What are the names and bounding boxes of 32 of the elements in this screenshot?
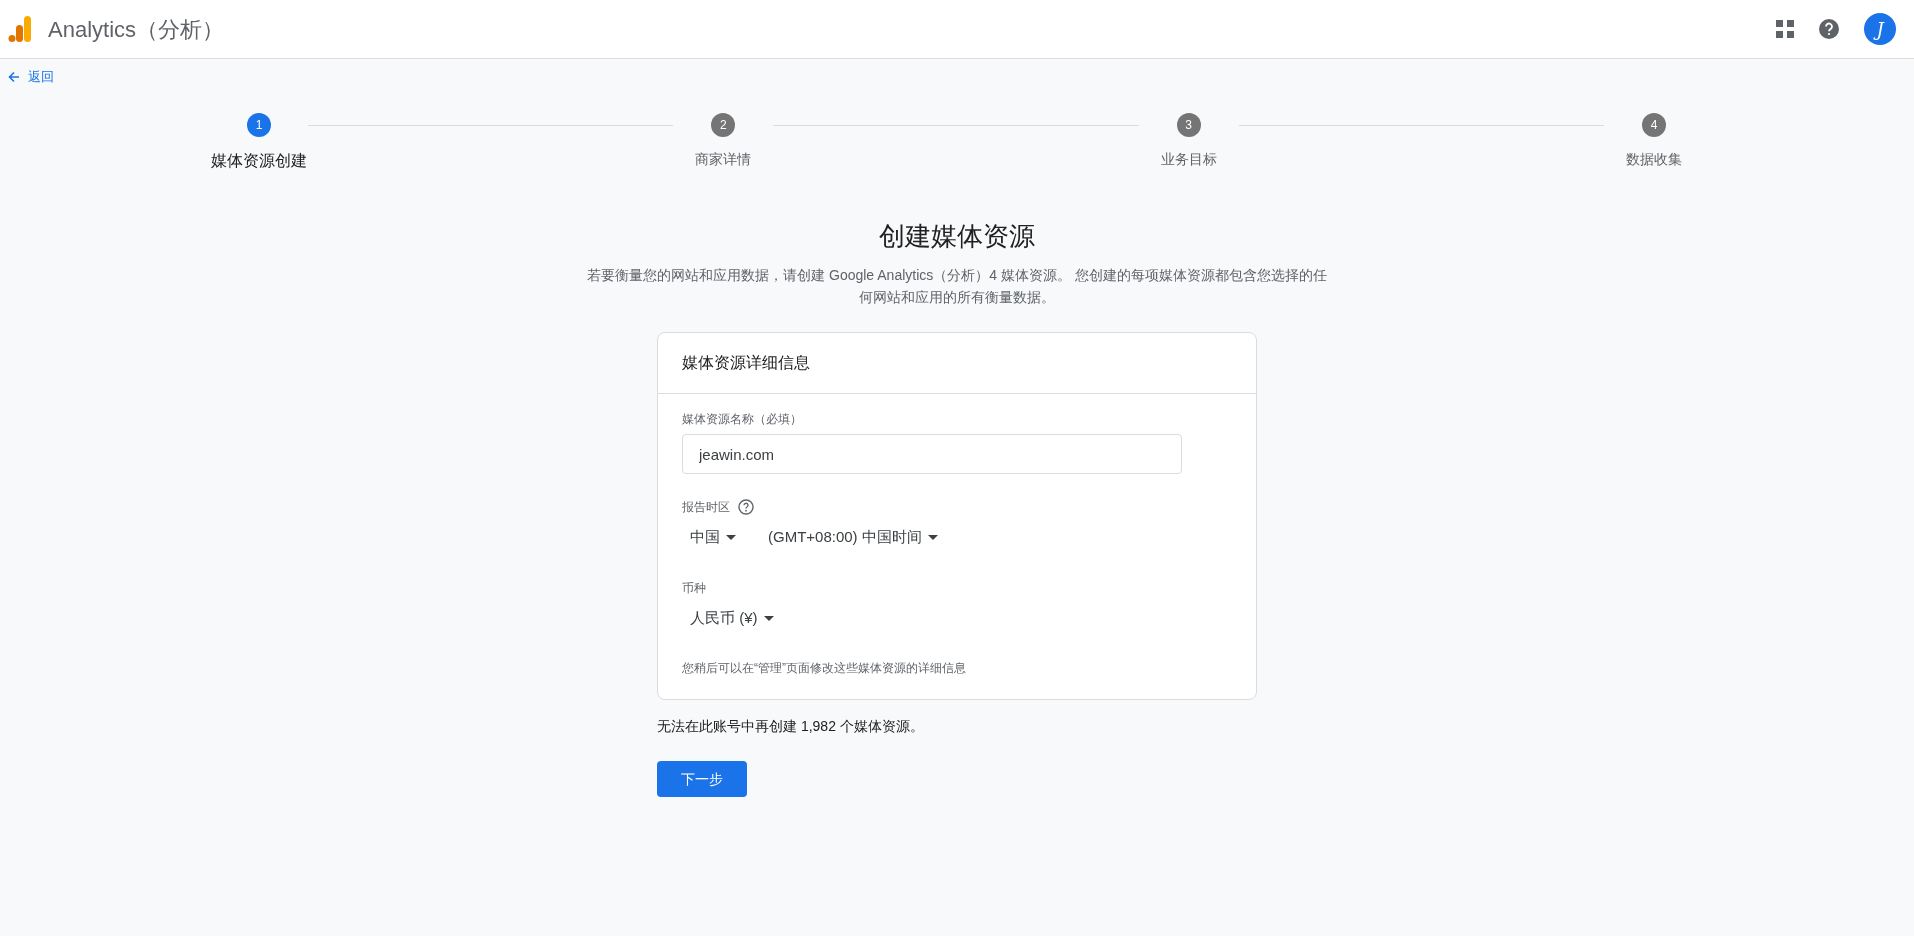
- property-name-field[interactable]: jeawin.com: [682, 434, 1182, 475]
- step-number: 3: [1176, 112, 1201, 137]
- step-label: 商家详情: [695, 149, 752, 169]
- help-icon[interactable]: [1818, 18, 1840, 40]
- step-number: 4: [1642, 112, 1666, 137]
- timezone-dropdown[interactable]: (GMT+08:00) 中国时间: [760, 520, 946, 555]
- step-label: 数据收集: [1626, 149, 1682, 169]
- caret-icon: [763, 615, 774, 621]
- app-title: Analytics（分析）: [48, 15, 225, 44]
- field-label: 媒体资源名称（必填）: [682, 411, 803, 429]
- field-label: 报告时区: [682, 499, 730, 517]
- analytics-logo-icon: [8, 16, 32, 42]
- help-icon[interactable]: [738, 499, 754, 516]
- step-label: 业务目标: [1160, 149, 1217, 169]
- apps-grid-icon[interactable]: [1776, 20, 1794, 38]
- country-dropdown[interactable]: 中国: [682, 520, 744, 555]
- next-button[interactable]: 下一步: [657, 761, 747, 798]
- currency-dropdown[interactable]: 人民币 (¥): [682, 600, 782, 636]
- back-link[interactable]: 返回: [28, 67, 54, 87]
- card-title: 媒体资源详细信息: [658, 333, 1256, 395]
- limit-text: 无法在此账号中再创建 1,982 个媒体资源。: [657, 717, 925, 737]
- helper-text: 您稍后可以在“管理”页面修改这些媒体资源的详细信息: [682, 660, 967, 678]
- page-title: 创建媒体资源: [879, 220, 1035, 252]
- step-number: 2: [711, 112, 736, 137]
- caret-icon: [726, 535, 736, 541]
- field-label: 币种: [682, 579, 707, 597]
- caret-icon: [927, 535, 938, 541]
- step-number: 1: [247, 112, 271, 137]
- avatar[interactable]: J: [1864, 13, 1896, 45]
- step-label: 媒体资源创建: [211, 150, 307, 171]
- page-description: 若要衡量您的网站和应用数据，请创建 Google Analytics（分析）4 媒体资源。 您创建的每项媒体资源都包含您选择的任何网站和应用的所有衡量数据。: [587, 265, 1327, 308]
- back-arrow-icon[interactable]: [8, 70, 20, 83]
